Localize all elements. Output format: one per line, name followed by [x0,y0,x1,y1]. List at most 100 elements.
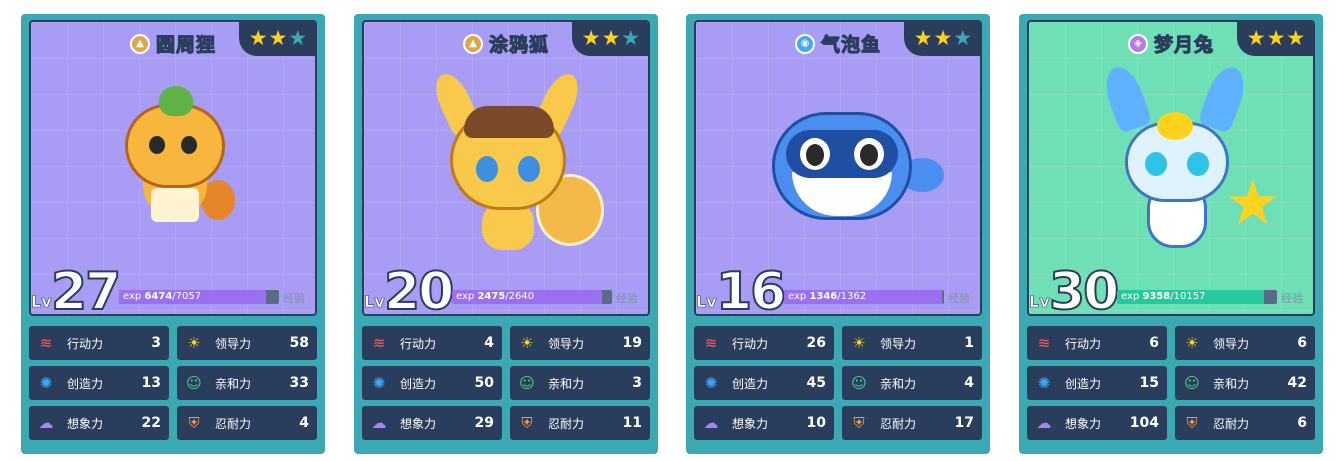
sun-icon: ☀ [520,334,534,352]
exp-bar: exp 6474/7057 [119,290,279,304]
water-swirl-icon: ◉ [794,33,815,54]
pet-name: 涂鸦狐 [488,34,549,57]
star-filled-icon: ★ [913,25,933,50]
star-filled-icon: ★ [1266,25,1286,50]
stat-endurance: ⛨ 忍耐力 17 [842,406,982,440]
star-rating: ★ ★ ★ [239,22,315,56]
exp-max: /2640 [505,291,535,302]
star-rating: ★ ★ ★ [572,22,648,56]
level-row: Lv 30 exp 9358/10157 经验 [1027,261,1315,323]
exp-current: 1346 [809,291,838,302]
mountain-icon: ▲ [129,33,150,54]
stat-creativity: ✺ 创造力 50 [362,366,502,400]
shield-icon: ⛨ [188,414,200,432]
spirit-icon: ◈ [1127,33,1148,54]
sun-icon: ☀ [852,334,866,352]
action-icon: ≋ [704,334,718,352]
moon-rabbit-creature-image: ★ [1029,62,1313,272]
pet-name: 圆周狸 [155,34,216,57]
lightbulb-icon: ✺ [39,374,53,392]
star-rating: ★ ★ ★ [1237,22,1313,56]
stat-imagination: ☁ 想象力 22 [29,406,169,440]
exp-prefix: exp [788,291,807,302]
stat-leadership: ☀ 领导力 6 [1175,326,1315,360]
mountain-icon: ▲ [462,33,483,54]
level-number: 20 [383,261,455,323]
star-filled-icon: ★ [933,25,953,50]
stat-imagination: ☁ 想象力 29 [362,406,502,440]
level-row: Lv 27 exp 6474/7057 经验 [29,261,317,323]
thought-cloud-icon: ☁ [38,414,54,432]
raccoon-creature-image [31,72,315,272]
star-filled-icon: ★ [248,25,268,50]
stat-affinity: ☺ 亲和力 33 [177,366,317,400]
star-filled-icon: ★ [268,25,288,50]
shield-icon: ⛨ [521,414,533,432]
level-label: Lv [1029,292,1050,312]
shield-icon: ⛨ [1186,414,1198,432]
smile-icon: ☺ [186,374,202,392]
stat-action: ≋ 行动力 4 [362,326,502,360]
stat-imagination: ☁ 想象力 104 [1027,406,1167,440]
lightbulb-icon: ✺ [1037,374,1051,392]
stat-affinity: ☺ 亲和力 3 [510,366,650,400]
level-number: 27 [50,261,122,323]
shield-icon: ⛨ [853,414,865,432]
sun-icon: ☀ [1185,334,1199,352]
thought-cloud-icon: ☁ [703,414,719,432]
star-empty-icon: ★ [621,25,641,50]
fox-creature-image [364,68,648,272]
smile-icon: ☺ [519,374,535,392]
exp-label: 经验 [1281,292,1303,305]
stat-action: ≋ 行动力 6 [1027,326,1167,360]
star-rating: ★ ★ ★ [904,22,980,56]
stat-imagination: ☁ 想象力 10 [694,406,834,440]
level-label: Lv [696,292,717,312]
stat-grid: ≋ 行动力 4 ☀ 领导力 19 ✺ 创造力 50 ☺ 亲和力 3 ☁ 想象力 29 ⛨ 忍耐力 11 [362,326,650,440]
stat-grid: ≋ 行动力 3 ☀ 领导力 58 ✺ 创造力 13 ☺ 亲和力 33 ☁ 想象力 22 ⛨ 忍耐力 4 [29,326,317,440]
stat-creativity: ✺ 创造力 13 [29,366,169,400]
exp-bar: exp 1346/1362 [784,290,944,304]
level-row: Lv 16 exp 1346/1362 经验 [694,261,982,323]
star-empty-icon: ★ [288,25,308,50]
thought-cloud-icon: ☁ [371,414,387,432]
level-number: 30 [1048,261,1120,323]
exp-prefix: exp [456,291,475,302]
pet-name: 梦月兔 [1153,34,1214,57]
stat-endurance: ⛨ 忍耐力 6 [1175,406,1315,440]
exp-prefix: exp [123,291,142,302]
star-filled-icon: ★ [1246,25,1266,50]
stat-leadership: ☀ 领导力 19 [510,326,650,360]
star-empty-icon: ★ [953,25,973,50]
stat-endurance: ⛨ 忍耐力 11 [510,406,650,440]
exp-current: 6474 [144,291,173,302]
pet-card[interactable]: ▲ 涂鸦狐 ★ ★ ★ Lv 20 exp 2475/2640 经验 ≋ 行动力 4 [354,14,658,454]
action-icon: ≋ [1037,334,1051,352]
stat-creativity: ✺ 创造力 45 [694,366,834,400]
exp-current: 9358 [1142,291,1171,302]
stat-endurance: ⛨ 忍耐力 4 [177,406,317,440]
smile-icon: ☺ [851,374,867,392]
sun-icon: ☀ [187,334,201,352]
stat-leadership: ☀ 领导力 58 [177,326,317,360]
action-icon: ≋ [39,334,53,352]
pet-card[interactable]: ◉ 气泡鱼 ★ ★ ★ Lv 16 exp 1346/1362 经验 ≋ 行动力… [686,14,990,454]
stat-affinity: ☺ 亲和力 42 [1175,366,1315,400]
level-row: Lv 20 exp 2475/2640 经验 [362,261,650,323]
pet-card[interactable]: ◈ 梦月兔 ★ ★ ★ ★ Lv 30 exp 9358/10157 经验 ≋ 行… [1019,14,1323,454]
thought-cloud-icon: ☁ [1036,414,1052,432]
action-icon: ≋ [372,334,386,352]
pet-card[interactable]: ▲ 圆周狸 ★ ★ ★ Lv 27 exp 6474/7057 经验 ≋ 行动力 3 [21,14,325,454]
level-label: Lv [364,292,385,312]
lightbulb-icon: ✺ [704,374,718,392]
stat-creativity: ✺ 创造力 15 [1027,366,1167,400]
star-filled-icon: ★ [1286,25,1306,50]
stat-action: ≋ 行动力 26 [694,326,834,360]
stat-grid: ≋ 行动力 26 ☀ 领导力 1 ✺ 创造力 45 ☺ 亲和力 4 ☁ 想象力 10 ⛨ 忍耐力 17 [694,326,982,440]
stat-grid: ≋ 行动力 6 ☀ 领导力 6 ✺ 创造力 15 ☺ 亲和力 42 ☁ 想象力 104 ⛨ 忍耐力 6 [1027,326,1315,440]
level-number: 16 [715,261,787,323]
exp-max: /10157 [1170,291,1206,302]
exp-label: 经验 [283,292,305,305]
star-filled-icon: ★ [581,25,601,50]
exp-label: 经验 [616,292,638,305]
